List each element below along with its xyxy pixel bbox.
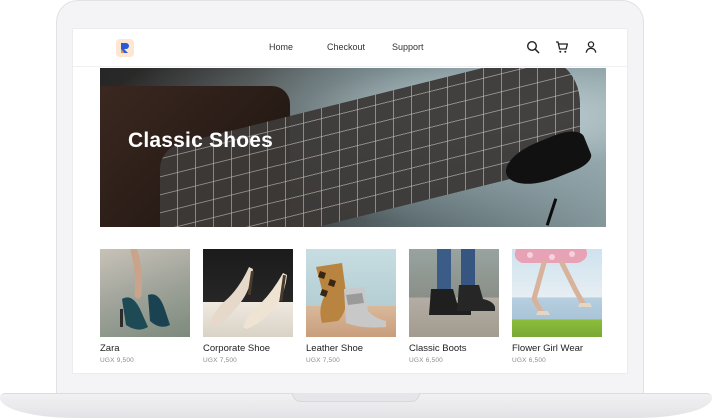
product-card-classic-boots[interactable]: Classic Boots UGX 6,500 bbox=[409, 249, 499, 364]
product-name: Flower Girl Wear bbox=[512, 343, 584, 354]
product-image[interactable] bbox=[512, 249, 602, 337]
hero-banner[interactable]: Classic Shoes bbox=[100, 68, 606, 227]
product-image[interactable] bbox=[203, 249, 293, 337]
cart-icon[interactable] bbox=[555, 40, 569, 54]
product-name: Zara bbox=[100, 343, 120, 354]
product-name: Leather Shoe bbox=[306, 343, 364, 354]
product-image[interactable] bbox=[409, 249, 499, 337]
product-name: Corporate Shoe bbox=[203, 343, 271, 354]
hero-title: Classic Shoes bbox=[128, 129, 274, 152]
browser-screen: Home Checkout Support Classic Shoes Zara… bbox=[72, 28, 628, 374]
product-card-flower-girl-wear[interactable]: Flower Girl Wear UGX 6,500 bbox=[512, 249, 602, 364]
nav-checkout-link[interactable]: Checkout bbox=[327, 42, 365, 52]
product-card-zara[interactable]: Zara UGX 9,500 bbox=[100, 249, 190, 364]
nav-home-link[interactable]: Home bbox=[269, 42, 293, 52]
product-image[interactable] bbox=[306, 249, 396, 337]
laptop-notch bbox=[292, 393, 420, 402]
product-price: UGX 9,500 bbox=[100, 357, 134, 364]
product-price: UGX 7,500 bbox=[306, 357, 340, 364]
product-price: UGX 6,500 bbox=[409, 357, 443, 364]
product-price: UGX 6,500 bbox=[512, 357, 546, 364]
user-icon[interactable] bbox=[584, 40, 598, 54]
nav-support-link[interactable]: Support bbox=[392, 42, 424, 52]
navbar: Home Checkout Support bbox=[73, 29, 627, 67]
brand-logo-icon[interactable] bbox=[116, 39, 134, 57]
product-card-corporate-shoe[interactable]: Corporate Shoe UGX 7,500 bbox=[203, 249, 293, 364]
product-card-leather-shoe[interactable]: Leather Shoe UGX 7,500 bbox=[306, 249, 396, 364]
product-price: UGX 7,500 bbox=[203, 357, 237, 364]
search-icon[interactable] bbox=[526, 40, 540, 54]
product-image[interactable] bbox=[100, 249, 190, 337]
product-name: Classic Boots bbox=[409, 343, 467, 354]
hero-stiletto-heel bbox=[545, 198, 558, 226]
